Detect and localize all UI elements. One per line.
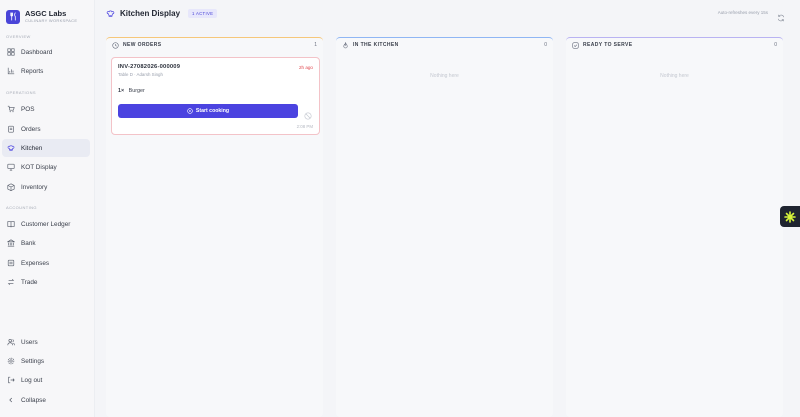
sidebar-item-trade[interactable]: Trade bbox=[2, 273, 90, 291]
sidebar-item-label: Orders bbox=[21, 125, 41, 133]
clipboard-icon bbox=[7, 125, 15, 133]
column-title: NEW ORDERS bbox=[123, 42, 162, 48]
start-cooking-button[interactable]: Start cooking bbox=[118, 104, 298, 118]
sidebar-item-label: POS bbox=[21, 105, 35, 113]
sidebar-item-label: Bank bbox=[21, 239, 36, 247]
fork-knife-icon bbox=[6, 9, 20, 24]
sidebar: ASGC Labs CULINARY WORKSPACE OVERVIEW Da… bbox=[0, 0, 95, 417]
main-content: Kitchen Display 1 ACTIVE Auto-refreshes … bbox=[95, 0, 800, 417]
sidebar-item-label: Settings bbox=[21, 357, 45, 365]
sidebar-item-settings[interactable]: Settings bbox=[2, 352, 90, 370]
invoice-number: INV-27082026-000009 bbox=[118, 64, 181, 70]
dashboard-icon bbox=[7, 48, 15, 56]
column-count: 0 bbox=[774, 42, 777, 48]
users-icon bbox=[7, 338, 15, 346]
table-customer: Table D · Adarsh Singh bbox=[118, 72, 163, 77]
sidebar-item-kot-display[interactable]: KOT Display bbox=[2, 158, 90, 176]
empty-state: Nothing here bbox=[660, 73, 689, 79]
item-quantity: 1× bbox=[118, 88, 125, 94]
sidebar-item-label: Trade bbox=[21, 278, 38, 286]
clock-icon bbox=[112, 41, 119, 49]
column-new-orders: NEW ORDERS 1 INV-27082026-000009 2h ago … bbox=[106, 37, 323, 417]
receipt-icon bbox=[7, 259, 15, 267]
sparkle-icon bbox=[784, 210, 796, 223]
order-time: 2:08 PM bbox=[296, 124, 313, 129]
sidebar-item-kitchen[interactable]: Kitchen bbox=[2, 139, 90, 157]
auto-refresh-label: Auto-refreshes every 15s bbox=[717, 10, 768, 15]
start-cooking-label: Start cooking bbox=[195, 108, 230, 114]
brand[interactable]: ASGC Labs CULINARY WORKSPACE bbox=[0, 0, 94, 26]
logout-icon bbox=[7, 376, 15, 384]
chef-hat-icon bbox=[106, 9, 115, 18]
book-icon bbox=[7, 220, 15, 228]
floating-assistant-button[interactable] bbox=[780, 206, 800, 227]
box-icon bbox=[7, 183, 15, 191]
sidebar-item-collapse[interactable]: Collapse bbox=[2, 391, 90, 409]
top-bar: Kitchen Display 1 ACTIVE Auto-refreshes … bbox=[95, 0, 800, 26]
sidebar-item-label: Expenses bbox=[21, 259, 50, 267]
column-ready-to-serve: READY TO SERVE 0 Nothing here bbox=[566, 37, 783, 417]
sidebar-item-users[interactable]: Users bbox=[2, 333, 90, 351]
column-count: 1 bbox=[314, 42, 317, 48]
chevron-left-icon bbox=[7, 396, 15, 404]
monitor-icon bbox=[7, 163, 15, 171]
column-title: IN THE KITCHEN bbox=[353, 42, 399, 48]
chart-icon bbox=[7, 67, 15, 75]
empty-state: Nothing here bbox=[430, 73, 459, 79]
column-in-the-kitchen: IN THE KITCHEN 0 Nothing here bbox=[336, 37, 553, 417]
sidebar-item-label: Reports bbox=[21, 67, 44, 75]
sidebar-item-orders[interactable]: Orders bbox=[2, 120, 90, 138]
section-label-operations: OPERATIONS bbox=[6, 90, 36, 95]
cart-icon bbox=[7, 105, 15, 113]
order-age: 2h ago bbox=[298, 65, 313, 70]
flame-icon bbox=[342, 41, 349, 49]
sidebar-item-label: KOT Display bbox=[21, 163, 57, 171]
swap-icon bbox=[7, 278, 15, 286]
column-header: NEW ORDERS 1 bbox=[106, 37, 323, 52]
brand-subtitle: CULINARY WORKSPACE bbox=[25, 17, 78, 23]
order-card[interactable]: INV-27082026-000009 2h ago Table D · Ada… bbox=[111, 57, 320, 135]
sidebar-item-pos[interactable]: POS bbox=[2, 100, 90, 118]
column-header: IN THE KITCHEN 0 bbox=[336, 37, 553, 52]
cancel-order-button[interactable] bbox=[304, 107, 312, 120]
sidebar-item-logout[interactable]: Log out bbox=[2, 371, 90, 389]
sidebar-item-label: Kitchen bbox=[21, 144, 43, 152]
sidebar-item-label: Collapse bbox=[21, 396, 46, 404]
page-title: Kitchen Display bbox=[120, 8, 181, 18]
sidebar-item-label: Customer Ledger bbox=[21, 220, 71, 228]
sidebar-item-label: Dashboard bbox=[21, 48, 53, 56]
chef-hat-icon bbox=[7, 144, 15, 152]
sidebar-item-bank[interactable]: Bank bbox=[2, 234, 90, 252]
brand-name: ASGC Labs bbox=[25, 9, 67, 19]
item-name: Burger bbox=[128, 88, 145, 94]
column-header: READY TO SERVE 0 bbox=[566, 37, 783, 52]
bank-icon bbox=[7, 239, 15, 247]
column-title: READY TO SERVE bbox=[583, 42, 633, 48]
sidebar-item-dashboard[interactable]: Dashboard bbox=[2, 43, 90, 61]
sidebar-item-label: Users bbox=[21, 338, 38, 346]
sidebar-item-customer-ledger[interactable]: Customer Ledger bbox=[2, 215, 90, 233]
refresh-icon bbox=[777, 14, 785, 22]
sidebar-item-inventory[interactable]: Inventory bbox=[2, 178, 90, 196]
sidebar-item-expenses[interactable]: Expenses bbox=[2, 254, 90, 272]
active-count-badge: 1 ACTIVE bbox=[188, 8, 218, 18]
play-circle-icon bbox=[187, 108, 193, 114]
sidebar-item-label: Log out bbox=[21, 376, 43, 384]
order-item: 1× Burger bbox=[118, 88, 145, 94]
section-label-overview: OVERVIEW bbox=[6, 34, 31, 39]
cancel-circle-icon bbox=[304, 112, 312, 120]
sidebar-item-reports[interactable]: Reports bbox=[2, 62, 90, 80]
section-label-accounting: ACCOUNTING bbox=[6, 205, 37, 210]
gear-icon bbox=[7, 357, 15, 365]
refresh-button[interactable] bbox=[777, 9, 785, 22]
check-square-icon bbox=[572, 41, 579, 49]
app-root: ASGC Labs CULINARY WORKSPACE OVERVIEW Da… bbox=[0, 0, 800, 417]
column-count: 0 bbox=[544, 42, 547, 48]
sidebar-item-label: Inventory bbox=[21, 183, 48, 191]
